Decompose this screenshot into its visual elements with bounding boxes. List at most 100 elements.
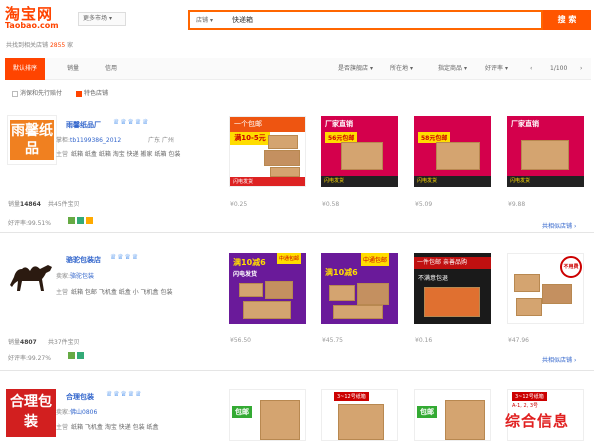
seller-name[interactable]: 佛山0806: [70, 409, 97, 416]
shop-main-goods: 主营 纸箱 纸盒 纸箱 淘宝 快递 搬家 纸箱 包装: [56, 149, 181, 158]
result-count: 共找到相关店铺 2855 家: [6, 40, 73, 49]
shop-name[interactable]: 骆驼包装店: [66, 255, 101, 265]
box-image: [357, 283, 389, 305]
box-image: [436, 142, 480, 170]
shop-sales: 销量14864: [8, 199, 41, 208]
sort-sales-tab[interactable]: 销量: [67, 58, 79, 80]
box-image: [338, 404, 384, 440]
filter-store-type[interactable]: 是否旗舰店 ▾: [338, 58, 373, 80]
search-type-select[interactable]: 店铺 ▾: [196, 15, 213, 24]
product-price: ¥5.09: [415, 201, 433, 208]
filter-rating[interactable]: 好评率 ▾: [485, 58, 508, 80]
shop-seller: 卖家:佛山0806: [56, 407, 97, 416]
filter-goods[interactable]: 指定商品 ▾: [438, 58, 467, 80]
promo-tag: 中通包邮: [361, 253, 390, 266]
shop-location: 广东 广州: [148, 137, 174, 144]
promo-mid: 闪电发货: [233, 271, 258, 278]
seller-name[interactable]: tb1199386_2012: [70, 137, 121, 144]
sort-credit-tab[interactable]: 信用: [105, 58, 117, 80]
promo-top: 包邮: [232, 406, 252, 418]
promo-top: 3~12号纸箱: [512, 392, 547, 401]
promo-mid: 满10-5元: [230, 132, 270, 145]
seller-name[interactable]: 骆驼包装: [70, 273, 94, 280]
main-goods-label: 主营: [56, 289, 69, 296]
shop-name[interactable]: 雨馨纸品厂: [66, 120, 101, 130]
promo-top: 不用费: [560, 256, 582, 278]
shop-row: 雨馨纸品 雨馨纸品厂 ♕♕♕♕♕ 掌柜:tb1199386_2012 广东 广州…: [0, 103, 594, 233]
search-type-label: 店铺: [196, 17, 209, 24]
watermark: 综合信息: [505, 412, 570, 430]
special-shop-check[interactable]: 特色店铺: [75, 90, 114, 97]
crown-rank-icon: ♕♕♕♕: [110, 253, 140, 261]
sort-default-tab[interactable]: 默认排序: [5, 58, 46, 80]
box-image: [264, 150, 300, 166]
crown-rank-icon: ♕♕♕♕♕: [113, 118, 150, 126]
taobao-logo-en: Taobao.com: [5, 21, 59, 30]
next-page-icon[interactable]: ›: [580, 58, 582, 80]
product-thumb[interactable]: 满10减6 中通包邮 闪电发货: [229, 253, 306, 324]
similar-shops-link[interactable]: 共相似店铺 ›: [542, 355, 576, 364]
sales-prefix: 销量: [8, 339, 21, 346]
product-thumb[interactable]: 一个包邮 满10-5元 闪电发货: [229, 116, 306, 187]
more-market-dropdown[interactable]: 更多市场 ▾: [78, 12, 126, 26]
shop-seller: 掌柜:tb1199386_2012: [56, 135, 121, 144]
header: 淘宝网 Taobao.com 更多市场 ▾ 店铺 ▾ 快递箱 搜 索: [0, 0, 594, 38]
box-image: [243, 301, 291, 319]
product-thumb[interactable]: 3~12号纸箱: [321, 389, 398, 441]
promo-bottom: A-1, 2, 3号: [512, 403, 539, 409]
badges: [68, 216, 95, 224]
checkbox-icon: [12, 90, 18, 97]
shop-logo[interactable]: [6, 255, 56, 305]
shop-name[interactable]: 合理包装: [66, 392, 94, 402]
search-input[interactable]: 快递箱: [232, 15, 253, 25]
special-shop-label: 特色店铺: [83, 90, 108, 97]
product-thumb[interactable]: 厂家直销 56元包邮 闪电发货: [321, 116, 398, 187]
seller-prefix: 卖家:: [56, 409, 71, 416]
product-price: ¥0.25: [230, 201, 248, 208]
main-goods-text: 纸箱 包邮 飞机盒 纸盒 小 飞机盒 包装: [71, 289, 173, 296]
shop-rating: 好评率:99.27%: [8, 353, 51, 362]
consumer-protect-check[interactable]: 消保和先行赔付: [12, 90, 68, 97]
promo-top: 厂家直销: [511, 120, 539, 128]
result-count-number: 2855: [49, 42, 66, 49]
pagination: 1/100: [550, 65, 568, 72]
camel-icon: [10, 265, 52, 291]
shop-logo[interactable]: 合理包装: [6, 389, 56, 437]
products-count: 37件宝贝: [54, 339, 80, 346]
product-price: ¥9.88: [508, 201, 526, 208]
product-thumb[interactable]: 一件包邮 亲善品购 不满意包退: [414, 253, 491, 324]
box-image: [542, 284, 572, 304]
promo-bottom: 不满意包退: [418, 275, 449, 282]
filter-checks: 消保和先行赔付 特色店铺: [12, 88, 120, 97]
filter-store-type-label: 是否旗舰店: [338, 65, 369, 72]
rating-value: 99.27%: [28, 355, 51, 362]
product-thumb[interactable]: 包邮: [414, 389, 491, 441]
product-thumb[interactable]: 包邮: [229, 389, 306, 441]
product-thumb[interactable]: 不用费: [507, 253, 584, 324]
promo-mid: 满10减6: [325, 268, 358, 277]
main-goods-label: 主营: [56, 151, 69, 158]
product-price: ¥0.58: [322, 201, 340, 208]
promo-top: 3~12号纸箱: [334, 392, 369, 401]
product-thumb[interactable]: 58元包邮 闪电发货: [414, 116, 491, 187]
product-price: ¥0.16: [415, 337, 433, 344]
product-price: ¥47.96: [508, 337, 529, 344]
search-box[interactable]: 店铺 ▾ 快递箱: [188, 10, 543, 30]
similar-shops-label: 共相似店铺: [542, 223, 573, 230]
promo-top: 包邮: [417, 406, 437, 418]
shop-logo[interactable]: 雨馨纸品: [7, 115, 57, 165]
box-image: [265, 281, 293, 299]
chevron-down-icon: ▾: [108, 15, 112, 22]
product-thumb[interactable]: 厂家直销 闪电发货: [507, 116, 584, 187]
search-button[interactable]: 搜 索: [543, 10, 591, 30]
promo-bottom: 闪电发货: [321, 176, 398, 187]
similar-shops-link[interactable]: 共相似店铺 ›: [542, 221, 576, 230]
filter-goods-label: 指定商品: [438, 65, 463, 72]
prev-page-icon[interactable]: ‹: [530, 58, 532, 80]
product-thumb[interactable]: 中通包邮 满10减6: [321, 253, 398, 324]
box-image: [268, 135, 298, 149]
chevron-down-icon: ▾: [504, 65, 508, 72]
filter-location[interactable]: 所在地 ▾: [390, 58, 413, 80]
promo-top-a: 一件包邮: [417, 259, 442, 266]
box-image: [514, 274, 540, 292]
